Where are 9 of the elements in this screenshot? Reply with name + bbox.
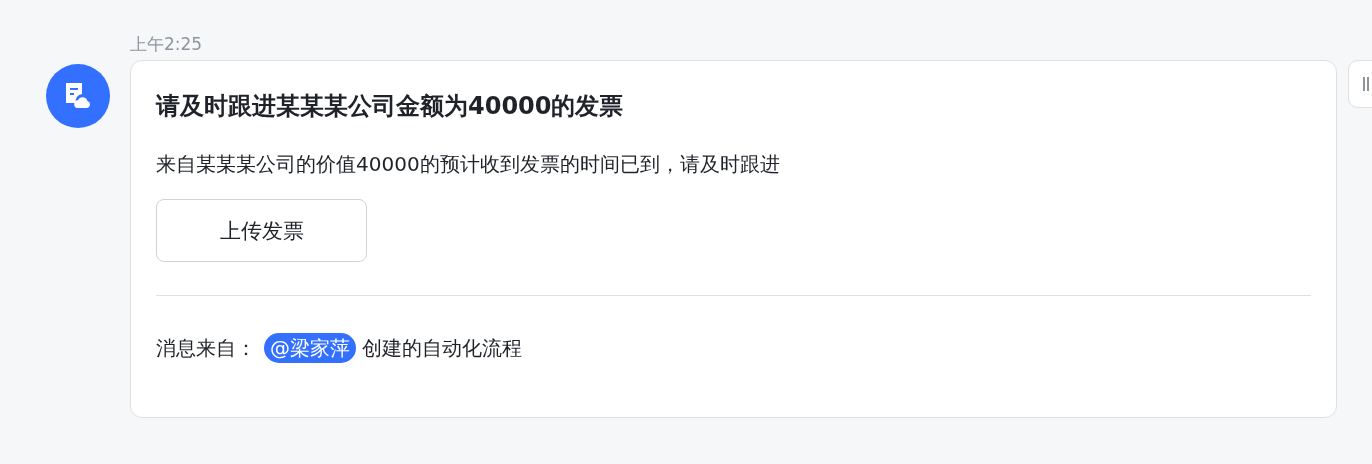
document-cloud-icon xyxy=(63,81,93,111)
message-time: 上午2:25 xyxy=(130,33,204,55)
upload-invoice-button[interactable]: 上传发票 xyxy=(156,199,367,262)
source-label: 消息来自： xyxy=(156,335,256,362)
source-text: 创建的自动化流程 xyxy=(362,335,522,362)
card-title: 请及时跟进某某某公司金额为40000的发票 xyxy=(156,91,625,122)
user-mention[interactable]: @梁家萍 xyxy=(264,333,356,363)
bars-icon xyxy=(1363,77,1371,91)
card-text: 来自某某某公司的价值40000的预计收到发票的时间已到，请及时跟进 xyxy=(156,151,781,178)
